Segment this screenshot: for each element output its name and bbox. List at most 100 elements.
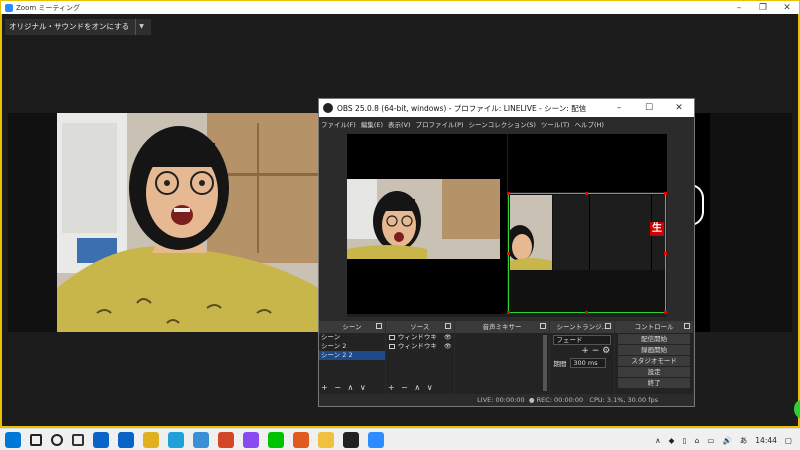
line-icon[interactable] [267,431,284,448]
transition-select[interactable]: フェード [553,335,612,345]
menu-help[interactable]: ヘルプ(H) [574,119,603,129]
zoom-logo-icon [5,3,13,12]
explorer-icon[interactable] [317,431,334,448]
controls-dock: コントロール 配信開始 録画開始 スタジオモード 設定 終了 [615,321,694,395]
undock-icon[interactable] [540,323,547,329]
transitions-header: シーントランジ… [550,321,615,333]
participant-video[interactable] [57,113,319,332]
powerpoint-icon[interactable] [217,431,234,448]
cortana-icon[interactable] [50,433,63,446]
scene-item[interactable]: シーン 2 [319,342,385,351]
phone-icon[interactable]: ▯ [682,436,686,445]
exit-button[interactable]: 終了 [618,378,691,388]
chevron-down-icon[interactable]: ▼ [135,19,147,35]
resize-handle[interactable] [507,192,510,195]
obs-icon[interactable] [342,431,359,448]
sources-toolbar[interactable]: + − ∧ ∨ [388,383,435,392]
taskbar-icons [0,431,388,448]
undock-icon[interactable] [684,323,691,329]
scene-item-selected[interactable]: シーン 2 2 [319,351,385,360]
browser-icon[interactable] [192,431,209,448]
visibility-eye-icon[interactable]: 👁 [444,333,452,342]
menu-profile[interactable]: プロファイル(P) [416,119,464,129]
scenes-dock-header: シーン [319,321,385,333]
source-item[interactable]: ウィンドウキ 👁 [386,333,454,342]
resize-handle[interactable] [664,252,667,255]
controls-title: コントロール [634,323,674,331]
menu-tools[interactable]: ツール(T) [541,119,570,129]
audio-mixer-dock: 音声ミキサー [454,321,550,395]
selected-source-thumbnail [510,195,552,270]
rec-status: REC: 00:00:00 [536,396,584,404]
source-label: ウィンドウキ [397,342,437,350]
close-button[interactable]: ✕ [775,2,799,14]
menu-scene-collection[interactable]: シーンコレクション(S) [469,119,536,129]
preview-selected-source[interactable]: 生 [507,192,667,314]
obs-minimize-button[interactable]: – [604,103,634,113]
menu-edit[interactable]: 編集(E) [361,119,383,129]
monitor-icon [388,335,395,340]
undock-icon[interactable] [375,323,382,329]
zoom-titlebar: Zoom ミーティング – ❐ ✕ [0,0,800,14]
calendar-icon[interactable] [117,431,134,448]
obs-logo-icon [323,103,333,113]
volume-icon[interactable]: 🔊 [722,436,731,445]
resize-handle[interactable] [507,311,510,314]
resize-handle[interactable] [585,311,588,314]
scenes-toolbar[interactable]: + − ∧ ∨ [321,383,368,392]
resize-handle[interactable] [507,252,510,255]
mail-icon[interactable] [92,431,109,448]
ime-icon[interactable]: あ [740,435,748,446]
settings-button[interactable]: 設定 [618,367,691,377]
visibility-eye-icon[interactable]: 👁 [444,342,452,351]
obs-close-button[interactable]: ✕ [664,103,694,113]
duration-input[interactable]: 300 ms [570,358,607,368]
resize-handle[interactable] [585,192,588,195]
source-item[interactable]: ウィンドウキ 👁 [386,342,454,351]
undock-icon[interactable] [605,323,612,329]
task-view-icon[interactable] [71,433,84,446]
sources-dock-title: ソース [410,323,430,331]
preview-canvas-right [508,134,667,192]
preview-camera-source[interactable] [347,179,500,259]
maximize-button[interactable]: ❐ [751,2,775,14]
battery-icon[interactable]: ▭ [707,436,714,445]
chrome-icon[interactable] [142,431,159,448]
resize-handle[interactable] [664,192,667,195]
transition-add-settings[interactable]: + − ⚙ [550,347,614,356]
start-recording-button[interactable]: 録画開始 [618,345,691,355]
search-icon[interactable] [29,433,42,446]
undock-icon[interactable] [444,323,451,329]
obs-window-title: OBS 25.0.8 (64-bit, windows) - プロファイル: L… [337,103,587,113]
tray-chevron-icon[interactable]: ∧ [655,436,661,445]
sources-dock-header: ソース [385,321,454,333]
photos-icon[interactable] [242,431,259,448]
scene-item[interactable]: シーン [319,333,385,342]
menu-file[interactable]: ファイル(F) [321,119,356,129]
network-icon[interactable]: ⌂ [695,436,700,445]
source-label: ウィンドウキ [397,333,437,341]
paint-icon[interactable] [292,431,309,448]
menu-view[interactable]: 表示(V) [388,119,411,129]
obs-menubar: ファイル(F) 編集(E) 表示(V) プロファイル(P) シーンコレクション(… [319,117,694,130]
start-streaming-button[interactable]: 配信開始 [618,334,691,344]
original-sound-button[interactable]: オリジナル・サウンドをオンにする ▼ [5,19,152,35]
zoom-icon[interactable] [367,431,384,448]
minimize-button[interactable]: – [727,2,751,14]
clock[interactable]: 14:44 [755,436,777,445]
webex-icon[interactable] [167,431,184,448]
selected-source-dark-panel [553,195,665,270]
windows-start-icon[interactable] [4,431,21,448]
resize-handle[interactable] [664,311,667,314]
dropbox-icon[interactable]: ◆ [669,436,675,445]
selected-source-image [510,195,552,270]
original-sound-label: オリジナル・サウンドをオンにする [9,22,130,31]
live-label: 生 [650,222,664,236]
monitor-icon [388,344,395,349]
notifications-icon[interactable]: ▢ [785,436,792,445]
studio-mode-button[interactable]: スタジオモード [618,356,691,366]
obs-maximize-button[interactable]: ☐ [634,103,664,113]
cpu-status: CPU: 3.1%, 30.00 fps [589,396,658,404]
scenes-dock: シーン シーン シーン 2 シーン 2 2 + − ∧ ∨ [319,321,385,395]
mixer-scrollbar[interactable] [543,335,548,391]
